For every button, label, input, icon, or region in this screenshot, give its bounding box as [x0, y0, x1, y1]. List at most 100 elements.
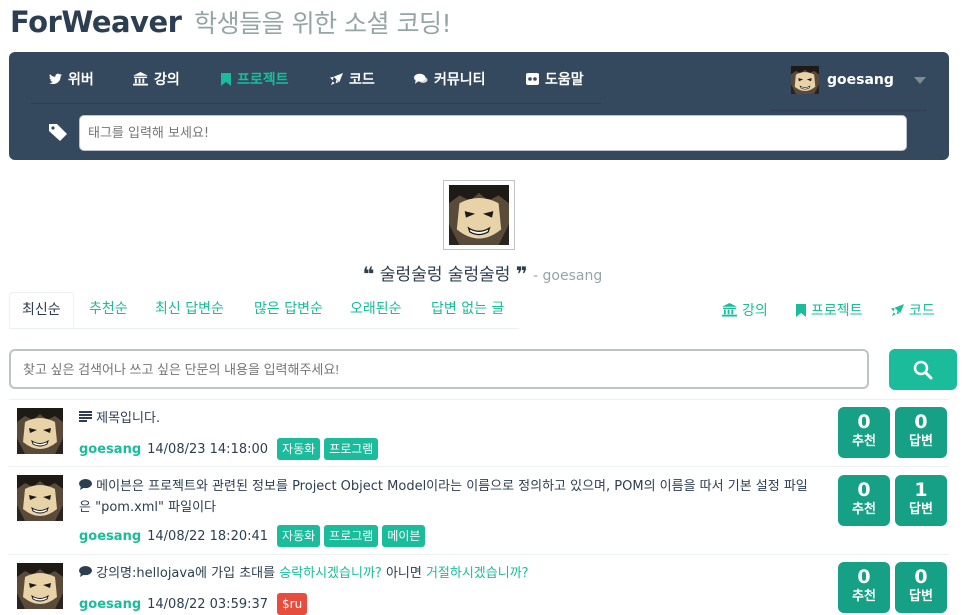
answers-number: 1 [914, 479, 928, 501]
help-icon [526, 73, 539, 85]
nav-item-weaver[interactable]: 위버 [49, 69, 94, 89]
user-name: goesang [827, 72, 894, 88]
likes-count[interactable]: 0 추천 [838, 475, 890, 526]
tab-latest-answer[interactable]: 최신 답변순 [143, 292, 236, 328]
link-label: 프로젝트 [811, 303, 863, 319]
nav-label: 위버 [68, 72, 94, 88]
likes-label: 추천 [852, 589, 876, 604]
rocket-icon [330, 72, 343, 86]
comment-icon [79, 566, 92, 577]
link-label: 강의 [742, 303, 768, 319]
link-label: 코드 [909, 303, 935, 319]
divider [9, 554, 949, 555]
quote-author: - goesang [533, 268, 603, 284]
post-title[interactable]: 메이븐은 프로젝트와 관련된 정보를 Project Object Model이… [79, 476, 809, 518]
tab-latest[interactable]: 최신순 [9, 292, 74, 328]
avatar[interactable] [17, 475, 63, 521]
answers-count[interactable]: 1 답변 [895, 475, 947, 526]
tab-oldest[interactable]: 오래된순 [338, 292, 414, 328]
post-date: 14/08/23 14:18:00 [147, 441, 269, 457]
tag-chip[interactable]: 자동화 [277, 525, 321, 547]
likes-count[interactable]: 0 추천 [838, 407, 890, 458]
filter-lecture-link[interactable]: 강의 [722, 300, 768, 320]
tag-icon [49, 124, 67, 145]
nav-item-project[interactable]: 프로젝트 [221, 69, 289, 89]
tag-chip[interactable]: 메이븐 [382, 525, 426, 547]
tab-unanswered[interactable]: 답변 없는 글 [419, 292, 516, 328]
likes-number: 0 [857, 479, 871, 501]
post-title-text: 아니면 [381, 566, 426, 581]
nav-item-lecture[interactable]: 강의 [133, 69, 180, 89]
post-date: 14/08/22 18:20:41 [147, 528, 269, 544]
divider [9, 466, 949, 467]
sort-tabs: 최신순 추천순 최신 답변순 많은 답변순 오래된순 답변 없는 글 [9, 292, 519, 329]
search-button[interactable] [889, 349, 957, 390]
post-meta: goesang 14/08/22 18:20:41 자동화 프로그램 메이븐 [79, 525, 429, 547]
nav-label: 도움말 [545, 72, 584, 88]
filter-code-link[interactable]: 코드 [891, 300, 935, 320]
nav-label: 프로젝트 [237, 72, 289, 88]
post-date: 14/08/22 03:59:37 [147, 596, 269, 612]
likes-number: 0 [857, 566, 871, 588]
bookmark-icon [796, 303, 806, 317]
post-meta: goesang 14/08/22 03:59:37 $ru [79, 593, 311, 615]
tab-recommended[interactable]: 추천순 [77, 292, 140, 328]
twitter-icon [49, 73, 62, 85]
nav-label: 강의 [154, 72, 180, 88]
search-input[interactable] [9, 349, 869, 389]
quote-text: 술렁술렁 술렁술렁 [379, 265, 511, 285]
profile-quote: ❝ 술렁술렁 술렁술렁 ❞ - goesang [0, 260, 965, 286]
avatar[interactable] [17, 408, 63, 454]
likes-number: 0 [857, 411, 871, 433]
bookmark-icon [221, 72, 231, 86]
post-title[interactable]: 제목입니다. [79, 408, 809, 429]
accept-invite-link[interactable]: 승락하시겠습니까? [279, 566, 382, 581]
post-title-text: 메이븐은 프로젝트와 관련된 정보를 Project Object Model이… [79, 479, 808, 515]
answers-label: 답변 [909, 502, 933, 517]
tag-chip[interactable]: 프로그램 [324, 438, 379, 460]
decline-invite-link[interactable]: 거절하시겠습니까? [426, 566, 529, 581]
nav-item-help[interactable]: 도움말 [526, 69, 584, 89]
likes-label: 추천 [852, 434, 876, 449]
bank-icon [722, 303, 737, 317]
answers-count[interactable]: 0 답변 [895, 562, 947, 613]
post-author[interactable]: goesang [79, 442, 141, 457]
brand-tagline: 학생들을 위한 소셜 코딩! [194, 9, 452, 38]
post-author[interactable]: goesang [79, 529, 141, 544]
top-navbar: 위버 강의 프로젝트 코드 커뮤니티 도움말 goesang [9, 52, 949, 160]
tag-chip[interactable]: 자동화 [277, 438, 321, 460]
post-title-text: 제목입니다. [96, 411, 161, 426]
answers-number: 0 [914, 566, 928, 588]
comment-icon [79, 479, 92, 490]
chevron-down-icon [913, 76, 926, 84]
avatar [791, 66, 819, 94]
answers-count[interactable]: 0 답변 [895, 407, 947, 458]
post-title[interactable]: 강의명:hellojava에 가입 초대를 승락하시겠습니까? 아니면 거절하시… [79, 563, 809, 584]
divider [9, 399, 949, 400]
tag-chip[interactable]: 프로그램 [324, 525, 379, 547]
profile-avatar [443, 180, 515, 250]
avatar[interactable] [17, 563, 63, 609]
tag-chip[interactable]: $ru [277, 593, 308, 615]
rocket-icon [891, 303, 904, 317]
likes-label: 추천 [852, 502, 876, 517]
brand[interactable]: ForWeaver 학생들을 위한 소셜 코딩! [10, 4, 452, 40]
quote-right-icon: ❞ [515, 262, 528, 286]
answers-label: 답변 [909, 589, 933, 604]
post-author[interactable]: goesang [79, 597, 141, 612]
nav-item-community[interactable]: 커뮤니티 [414, 69, 486, 89]
user-divider [771, 110, 927, 111]
nav-item-code[interactable]: 코드 [330, 69, 375, 89]
filter-project-link[interactable]: 프로젝트 [796, 300, 863, 320]
nav-label: 커뮤니티 [434, 72, 486, 88]
search-icon [913, 360, 933, 380]
bank-icon [133, 72, 148, 86]
likes-count[interactable]: 0 추천 [838, 562, 890, 613]
nav-label: 코드 [349, 72, 375, 88]
brand-name[interactable]: ForWeaver [10, 5, 182, 39]
user-menu[interactable]: goesang [791, 66, 926, 94]
tag-input[interactable] [79, 115, 907, 151]
answers-number: 0 [914, 411, 928, 433]
tab-most-answers[interactable]: 많은 답변순 [242, 292, 335, 328]
post-title-text: 강의명:hellojava에 가입 초대를 [96, 566, 280, 581]
